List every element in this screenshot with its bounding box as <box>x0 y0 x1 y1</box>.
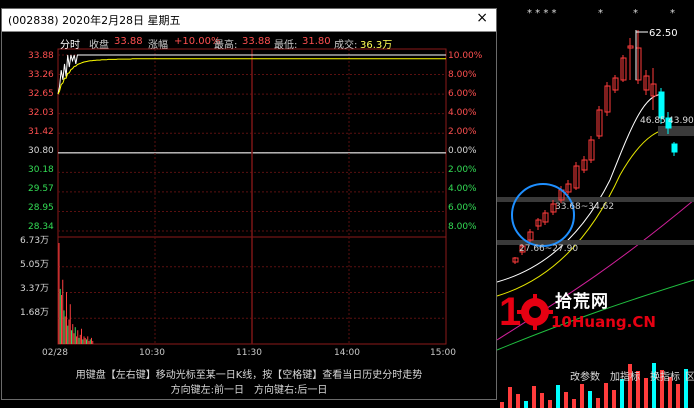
price-tick-3: 32.03 <box>28 108 54 118</box>
price-tick-7: 29.57 <box>28 184 54 194</box>
bg-volume-bar <box>540 393 544 408</box>
volume-value: 36.3万 <box>360 40 393 51</box>
brand-name-en: 10Huang.CN <box>551 313 656 331</box>
tab-switch-indicator[interactable]: 换指标 <box>650 368 680 383</box>
pct-tick-3: 4.00% <box>448 108 477 118</box>
bg-volume-bar <box>524 401 528 408</box>
kline-range-a: 33.68~34.62 <box>555 202 615 212</box>
pct-tick-1: 8.00% <box>448 70 477 80</box>
price-tick-0: 33.88 <box>28 51 54 61</box>
price-tick-1: 33.26 <box>28 70 54 80</box>
bg-volume-bar <box>676 384 680 408</box>
volume-tick-3: 1.68万 <box>20 308 50 318</box>
kline-label-b: 43.90 <box>668 116 694 126</box>
tab-change-params[interactable]: 改参数 <box>570 368 600 383</box>
volume-tick-2: 3.37万 <box>20 284 50 294</box>
tab-add-indicator[interactable]: 加指标 <box>610 368 640 383</box>
chart-grid <box>57 48 447 345</box>
price-tick-4: 31.42 <box>28 127 54 137</box>
high-value: 33.88 <box>242 36 271 47</box>
time-tick-4: 15:00 <box>430 348 456 358</box>
bg-volume-bar <box>548 400 552 408</box>
kline-range-b: 27.66~27.90 <box>519 244 579 254</box>
brand-name-cn: 拾荒网 <box>555 292 609 312</box>
time-tick-0: 02/28 <box>42 348 68 358</box>
help-text-line2: 方向键左:前一日 方向键右:后一日 <box>170 385 328 396</box>
bg-volume-bar <box>604 383 608 408</box>
kline-layer <box>496 30 694 408</box>
change-label: 涨幅 <box>148 40 168 51</box>
bg-volume-bar <box>644 378 648 408</box>
bg-volume-bar <box>516 394 520 408</box>
bg-volume-bar <box>500 402 504 408</box>
signal-stars: * * * * <box>527 8 557 19</box>
time-tick-1: 10:30 <box>139 348 165 358</box>
price-tick-9: 28.34 <box>28 222 54 232</box>
bg-volume-bar <box>564 392 568 408</box>
pct-tick-5: 0.00% <box>448 146 477 156</box>
bg-volume-bar <box>588 391 592 408</box>
volume-bars <box>58 242 94 344</box>
bg-volume-bar <box>580 384 584 408</box>
kline-label-a: 46.85 <box>640 116 666 126</box>
volume-tick-0: 6.73万 <box>20 236 50 246</box>
price-tick-5: 30.80 <box>28 146 54 156</box>
pct-tick-4: 2.00% <box>448 127 477 137</box>
bg-volume-bar <box>508 387 512 408</box>
intraday-history-window[interactable]: (002838) 2020年2月28日 星期五 × 分时 收盘 33.88 涨幅… <box>1 8 497 400</box>
bg-volume-bar <box>532 386 536 408</box>
volume-label: 成交: <box>334 40 358 51</box>
price-tick-6: 30.18 <box>28 165 54 175</box>
high-label: 最高: <box>214 40 238 51</box>
signal-star-4: * <box>670 8 675 19</box>
pct-tick-8: 6.00% <box>448 203 477 213</box>
intraday-chart <box>57 48 447 345</box>
candle-body <box>658 91 665 119</box>
candle-body <box>671 143 678 153</box>
price-tick-2: 32.65 <box>28 89 54 99</box>
pct-tick-0: 10.00% <box>448 51 483 61</box>
tab-region[interactable]: 区 <box>685 368 694 383</box>
low-label: 最低: <box>274 40 298 51</box>
bg-volume-bar <box>596 398 600 408</box>
close-label: 收盘 <box>89 40 109 51</box>
bg-volume-bar <box>572 399 576 408</box>
signal-star-2: * <box>598 8 603 19</box>
low-value: 31.80 <box>302 36 331 47</box>
price-tick-8: 28.95 <box>28 203 54 213</box>
pct-tick-7: 4.00% <box>448 184 477 194</box>
bg-volume-bar <box>612 390 616 408</box>
volume-tick-1: 5.05万 <box>20 260 50 270</box>
pct-tick-6: 2.00% <box>448 165 477 175</box>
time-tick-2: 11:30 <box>236 348 262 358</box>
help-text-line1: 用键盘【左右键】移动光标至某一日K线，按【空格键】查看当日历史分时走势 <box>75 370 423 381</box>
mode-label: 分时 <box>60 40 80 51</box>
pct-tick-2: 6.00% <box>448 89 477 99</box>
price-band <box>658 126 694 136</box>
brand-watermark: 1 拾荒网 10Huang.CN <box>499 283 656 341</box>
bg-volume-bar <box>556 385 560 408</box>
bg-volume-bar <box>620 379 624 408</box>
close-value: 33.88 <box>114 36 143 47</box>
signal-star-3: * <box>633 8 638 19</box>
kline-high-label: 62.50 <box>649 28 678 39</box>
pct-tick-9: 8.00% <box>448 222 477 232</box>
time-tick-3: 14:00 <box>334 348 360 358</box>
